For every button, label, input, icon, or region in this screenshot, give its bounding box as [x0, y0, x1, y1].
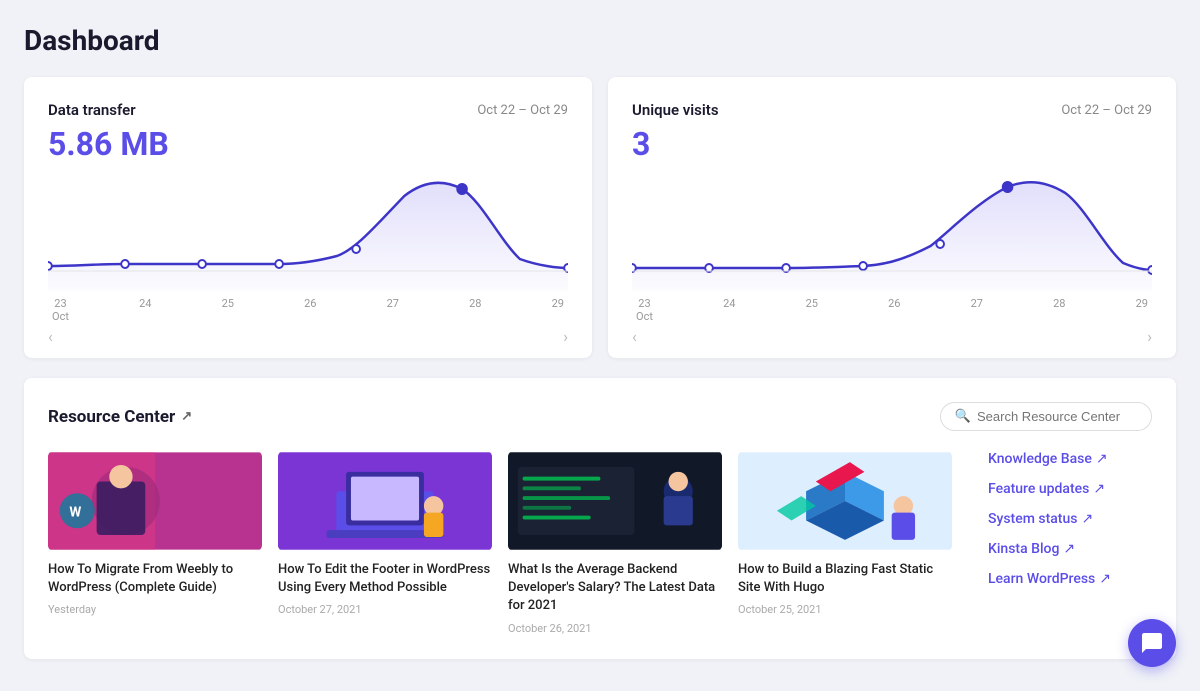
- article-title: How To Edit the Footer in WordPress Usin…: [278, 561, 492, 597]
- learn-wordpress-ext-icon: ↗: [1099, 571, 1111, 587]
- article-date: October 25, 2021: [738, 603, 952, 616]
- resource-center-card: Resource Center ↗ 🔍: [24, 378, 1176, 659]
- search-icon: 🔍: [955, 409, 971, 424]
- resource-center-ext-icon: ↗: [181, 409, 192, 424]
- unique-visits-prev[interactable]: ‹: [632, 327, 637, 346]
- system-status-ext-icon: ↗: [1081, 511, 1093, 527]
- system-status-link[interactable]: System status ↗: [988, 511, 1152, 527]
- search-input[interactable]: [977, 409, 1137, 424]
- feature-updates-link[interactable]: Feature updates ↗: [988, 481, 1152, 497]
- article-image: [738, 451, 952, 551]
- unique-visits-title: Unique visits: [632, 101, 719, 119]
- article-date: October 26, 2021: [508, 622, 722, 635]
- article-card: How To Edit the Footer in WordPress Usin…: [278, 451, 492, 635]
- data-transfer-next[interactable]: ›: [563, 327, 568, 346]
- resource-center-title: Resource Center ↗: [48, 407, 192, 427]
- article-date: October 27, 2021: [278, 603, 492, 616]
- data-transfer-chart: [48, 171, 568, 291]
- article-image: W: [48, 451, 262, 551]
- data-transfer-labels: 23Oct 24 25 26 27 28 29: [48, 291, 568, 323]
- unique-visits-header: Unique visits Oct 22 – Oct 29: [632, 101, 1152, 119]
- chat-bubble[interactable]: [1128, 619, 1176, 667]
- article-card: How to Build a Blazing Fast Static Site …: [738, 451, 952, 635]
- unique-visits-next[interactable]: ›: [1147, 327, 1152, 346]
- article-date: Yesterday: [48, 603, 262, 616]
- article-image: [278, 451, 492, 551]
- data-transfer-date: Oct 22 – Oct 29: [477, 103, 568, 118]
- unique-visits-chart: [632, 171, 1152, 291]
- data-transfer-header: Data transfer Oct 22 – Oct 29: [48, 101, 568, 119]
- data-transfer-nav: ‹ ›: [48, 323, 568, 346]
- data-transfer-title: Data transfer: [48, 101, 136, 119]
- article-title: How To Migrate From Weebly to WordPress …: [48, 561, 262, 597]
- unique-visits-value: 3: [632, 125, 1152, 163]
- unique-visits-nav: ‹ ›: [632, 323, 1152, 346]
- sidebar-links: Knowledge Base ↗ Feature updates ↗ Syste…: [972, 451, 1152, 635]
- article-card: What Is the Average Backend Developer's …: [508, 451, 722, 635]
- resource-search-box[interactable]: 🔍: [940, 402, 1152, 431]
- article-title: What Is the Average Backend Developer's …: [508, 561, 722, 616]
- feature-updates-ext-icon: ↗: [1093, 481, 1105, 497]
- knowledge-base-ext-icon: ↗: [1096, 451, 1108, 467]
- learn-wordpress-link[interactable]: Learn WordPress ↗: [988, 571, 1152, 587]
- resource-content: W How To Migrate From Weebly to WordPres…: [48, 451, 1152, 635]
- unique-visits-card: Unique visits Oct 22 – Oct 29 3: [608, 77, 1176, 358]
- data-transfer-value: 5.86 MB: [48, 125, 568, 163]
- article-title: How to Build a Blazing Fast Static Site …: [738, 561, 952, 597]
- page-title: Dashboard: [24, 24, 1176, 57]
- data-transfer-prev[interactable]: ‹: [48, 327, 53, 346]
- article-image: [508, 451, 722, 551]
- kinsta-blog-link[interactable]: Kinsta Blog ↗: [988, 541, 1152, 557]
- data-transfer-card: Data transfer Oct 22 – Oct 29 5.86 MB: [24, 77, 592, 358]
- kinsta-blog-ext-icon: ↗: [1063, 541, 1075, 557]
- article-card: W How To Migrate From Weebly to WordPres…: [48, 451, 262, 635]
- unique-visits-labels: 23Oct 24 25 26 27 28 29: [632, 291, 1152, 323]
- unique-visits-date: Oct 22 – Oct 29: [1061, 103, 1152, 118]
- resource-center-header: Resource Center ↗ 🔍: [48, 402, 1152, 431]
- charts-row: Data transfer Oct 22 – Oct 29 5.86 MB: [24, 77, 1176, 358]
- articles-grid: W How To Migrate From Weebly to WordPres…: [48, 451, 952, 635]
- knowledge-base-link[interactable]: Knowledge Base ↗: [988, 451, 1152, 467]
- svg-text:W: W: [69, 505, 81, 521]
